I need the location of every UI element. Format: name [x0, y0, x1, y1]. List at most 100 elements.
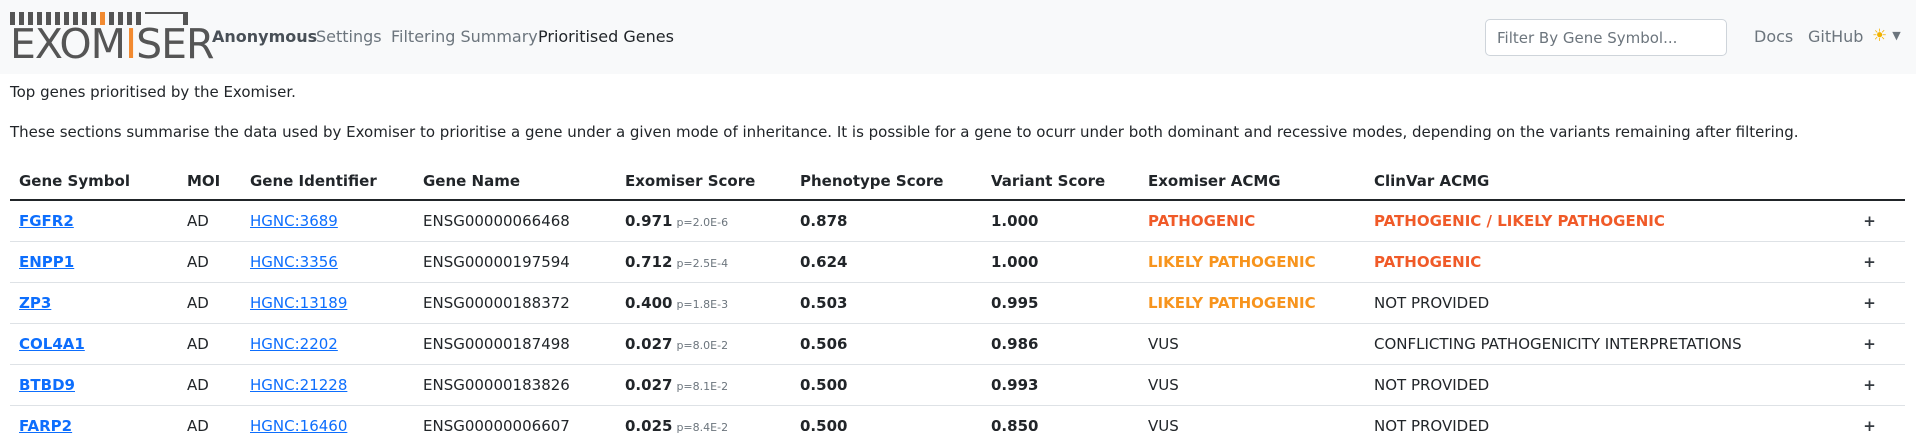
hgnc-link[interactable]: HGNC:2202: [250, 335, 338, 353]
exomiser-acmg-cell: VUS: [1139, 364, 1365, 406]
header-exomiser-score[interactable]: Exomiser Score: [616, 162, 791, 201]
p-value: p=8.1E-2: [676, 379, 729, 393]
header-exomiser-acmg[interactable]: Exomiser ACMG: [1139, 162, 1365, 201]
expand-row-cell: +: [1825, 405, 1905, 446]
hgnc-link[interactable]: HGNC:21228: [250, 376, 347, 394]
caret-down-icon: ▼: [1892, 29, 1901, 42]
gene-identifier-cell: HGNC:16460: [241, 405, 414, 446]
header-moi[interactable]: MOI: [178, 162, 241, 201]
phenotype-score-cell: 0.500: [800, 416, 848, 435]
p-value: p=8.4E-2: [676, 420, 729, 434]
gene-name-cell: ENSG00000066468: [414, 200, 616, 242]
gene-symbol-cell: FARP2: [10, 405, 178, 446]
expand-row-cell: +: [1825, 200, 1905, 242]
exomiser-acmg-cell: VUS: [1139, 323, 1365, 365]
nav-settings[interactable]: Settings: [316, 27, 382, 46]
table-row: FGFR2 AD HGNC:3689 ENSG00000066468 0.971 p=2.…: [10, 200, 1905, 242]
phenotype-score-cell: 0.500: [791, 364, 982, 406]
summary-text: These sections summarise the data used b…: [10, 123, 1799, 141]
nav-prioritised-genes[interactable]: Prioritised Genes: [538, 27, 674, 46]
variant-score-cell: 1.000: [982, 241, 1139, 283]
nav-filtering-summary[interactable]: Filtering Summary: [391, 27, 538, 46]
gene-symbol-link[interactable]: BTBD9: [19, 376, 75, 394]
table-header-row: Gene Symbol MOI Gene Identifier Gene Nam…: [10, 162, 1905, 201]
gene-symbol-cell: BTBD9: [10, 364, 178, 406]
exomiser-logo[interactable]: EXOMISER: [10, 12, 215, 66]
variant-score-cell: 1.000: [982, 200, 1139, 242]
gene-identifier-cell: HGNC:21228: [241, 364, 414, 406]
moi-cell: AD: [178, 241, 241, 283]
expand-row-cell: +: [1825, 323, 1905, 365]
p-value: p=2.5E-4: [676, 256, 729, 270]
exomiser-score-value: 0.025: [625, 416, 673, 435]
plus-icon[interactable]: +: [1863, 335, 1876, 353]
hgnc-link[interactable]: HGNC:3356: [250, 253, 338, 271]
table-row: FARP2 AD HGNC:16460 ENSG00000006607 0.025 p=8…: [10, 405, 1905, 446]
phenotype-score-cell: 0.878: [791, 200, 982, 242]
header-gene-symbol[interactable]: Gene Symbol: [10, 162, 178, 201]
nav-docs[interactable]: Docs: [1754, 27, 1793, 46]
clinvar-acmg-cell: NOT PROVIDED: [1374, 416, 1490, 435]
exomiser-score-value: 0.400: [625, 293, 673, 312]
logo-wordmark: EXOMISER: [10, 20, 215, 68]
theme-toggle-dropdown[interactable]: ☀ ▼: [1872, 26, 1901, 46]
exomiser-score-value: 0.712: [625, 252, 673, 271]
sun-icon: ☀: [1872, 26, 1888, 46]
gene-symbol-link[interactable]: ZP3: [19, 294, 51, 312]
hgnc-link[interactable]: HGNC:16460: [250, 417, 347, 435]
gene-symbol-link[interactable]: ENPP1: [19, 253, 74, 271]
plus-icon[interactable]: +: [1863, 212, 1876, 230]
header-clinvar-acmg[interactable]: ClinVar ACMG: [1365, 162, 1825, 201]
plus-icon[interactable]: +: [1863, 417, 1876, 435]
moi-cell: AD: [178, 323, 241, 365]
clinvar-acmg-cell: NOT PROVIDED: [1365, 364, 1825, 406]
gene-symbol-cell: FGFR2: [10, 200, 178, 242]
nav-anonymous[interactable]: Anonymous: [212, 27, 317, 46]
plus-icon[interactable]: +: [1863, 253, 1876, 271]
exomiser-score-value: 0.027: [625, 334, 673, 353]
moi-cell: AD: [178, 200, 241, 242]
gene-symbol-link[interactable]: FARP2: [19, 417, 72, 435]
phenotype-score-cell: 0.503: [791, 282, 982, 324]
exomiser-score-value: 0.027: [625, 375, 673, 394]
clinvar-acmg-cell: CONFLICTING PATHOGENICITY INTERPRETATION…: [1365, 323, 1825, 365]
exomiser-score-value: 0.971: [625, 211, 673, 230]
gene-symbol-link[interactable]: FGFR2: [19, 212, 74, 230]
gene-symbol-cell: ZP3: [10, 282, 178, 324]
table-row: COL4A1 AD HGNC:2202 ENSG00000187498 0.027 p=8…: [10, 323, 1905, 365]
phenotype-score-cell: 0.506: [791, 323, 982, 365]
variant-score-cell: 0.995: [982, 282, 1139, 324]
exomiser-score-cell: 0.712 p=2.5E-4: [616, 241, 791, 283]
nav-github[interactable]: GitHub: [1808, 27, 1863, 46]
gene-symbol-filter-input[interactable]: [1485, 19, 1727, 56]
exomiser-acmg-cell: VUS: [1148, 416, 1179, 435]
gene-name-cell: ENSG00000188372: [414, 282, 616, 324]
gene-symbol-link[interactable]: COL4A1: [19, 335, 85, 353]
header-variant-score[interactable]: Variant Score: [982, 162, 1139, 201]
gene-identifier-cell: HGNC:2202: [241, 323, 414, 365]
expand-row-cell: +: [1825, 282, 1905, 324]
gene-name-cell: ENSG00000197594: [414, 241, 616, 283]
header-gene-name[interactable]: Gene Name: [414, 162, 616, 201]
plus-icon[interactable]: +: [1863, 294, 1876, 312]
hgnc-link[interactable]: HGNC:3689: [250, 212, 338, 230]
p-value: p=2.0E-6: [676, 215, 729, 229]
p-value: p=1.8E-3: [676, 297, 729, 311]
plus-icon[interactable]: +: [1863, 376, 1876, 394]
table-row: ENPP1 AD HGNC:3356 ENSG00000197594 0.712 p=2.…: [10, 241, 1905, 283]
gene-name-cell: ENSG00000183826: [414, 364, 616, 406]
exomiser-score-cell: 0.027 p=8.0E-2: [616, 323, 791, 365]
variant-score-cell: 0.993: [982, 364, 1139, 406]
top-navbar: EXOMISER Anonymous Settings Filtering Su…: [0, 0, 1916, 74]
gene-identifier-cell: HGNC:3356: [241, 241, 414, 283]
gene-symbol-cell: COL4A1: [10, 323, 178, 365]
exomiser-acmg-cell: LIKELY PATHOGENIC: [1139, 282, 1365, 324]
phenotype-score-cell: 0.624: [791, 241, 982, 283]
header-gene-identifier[interactable]: Gene Identifier: [241, 162, 414, 201]
hgnc-link[interactable]: HGNC:13189: [250, 294, 347, 312]
gene-name-cell: ENSG00000006607: [423, 416, 570, 435]
gene-symbol-cell: ENPP1: [10, 241, 178, 283]
table-row: ZP3 AD HGNC:13189 ENSG00000188372 0.400 p=1.8…: [10, 282, 1905, 324]
header-phenotype-score[interactable]: Phenotype Score: [791, 162, 982, 201]
moi-cell: AD: [178, 282, 241, 324]
